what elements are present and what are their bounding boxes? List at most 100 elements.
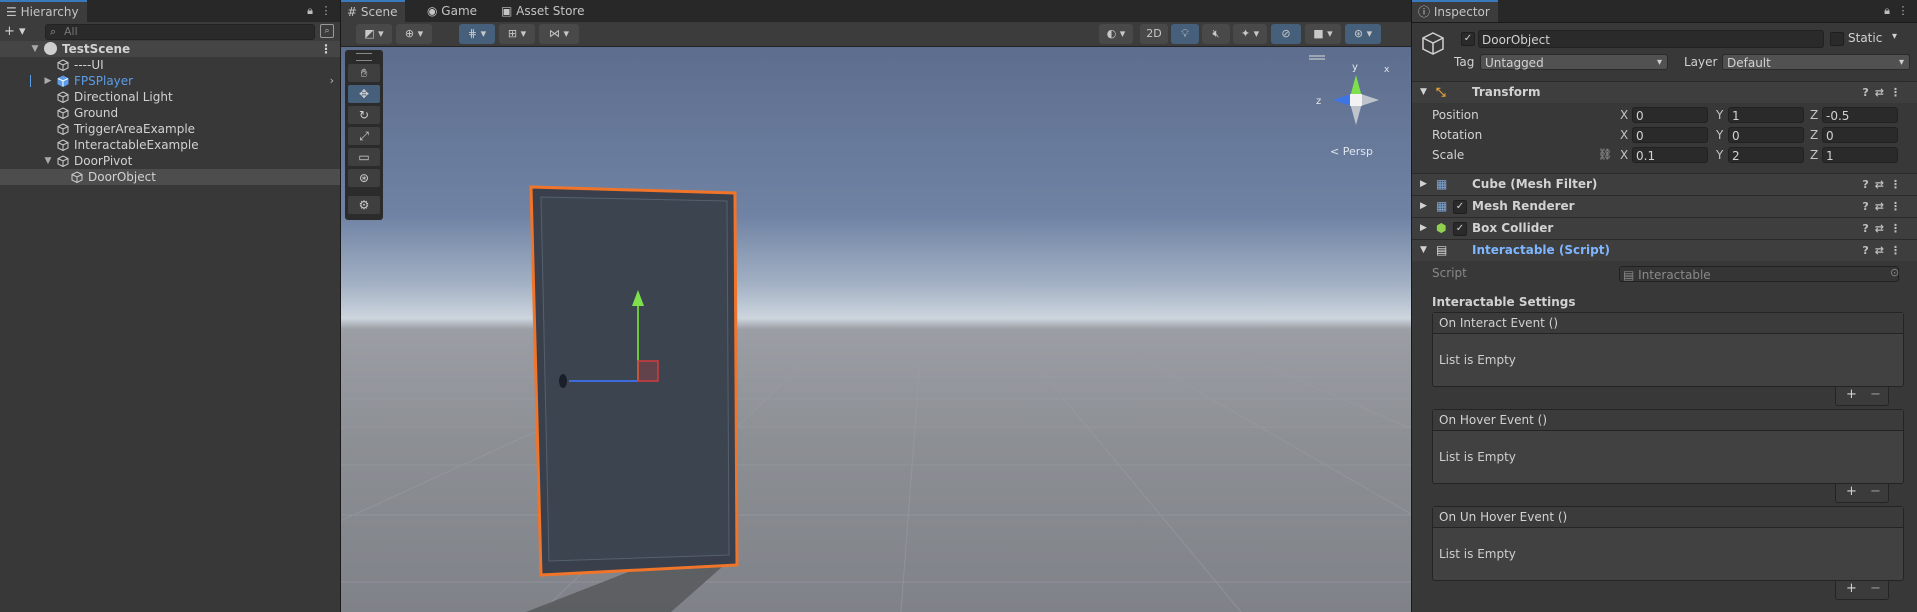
transform-component-header[interactable]: ▼ ⤡ Transform ?⇄⋮: [1412, 81, 1917, 103]
rect-tool-icon[interactable]: ▭: [348, 148, 380, 166]
lock-icon[interactable]: 🔒︎: [302, 4, 318, 18]
camera-dropdown[interactable]: ■ ▾: [1305, 24, 1341, 44]
tab-scene[interactable]: #︎ Scene: [341, 0, 406, 22]
render-globe-dropdown[interactable]: ⊕ ▾: [396, 24, 432, 44]
transform-tool-icon[interactable]: ⊛: [348, 169, 380, 187]
transform-scale-row: Scale ⛓︎ X 0.1 Y 2 Z 1: [1412, 145, 1917, 165]
rotation-x-field[interactable]: 0: [1632, 127, 1708, 143]
add-item-button[interactable]: +: [1846, 581, 1857, 597]
move-tool-icon[interactable]: ✥: [348, 85, 380, 103]
position-y-field[interactable]: 1: [1728, 107, 1804, 123]
create-button[interactable]: + ▾: [4, 22, 26, 42]
scene-viewport[interactable]: y z x < Persp ✋︎ ✥ ↻ ⤢ ▭ ⊛ ⚙︎: [341, 47, 1411, 612]
component-header-icons[interactable]: ?⇄⋮: [1862, 240, 1907, 261]
expand-arrow-icon[interactable]: ▼: [1420, 82, 1427, 103]
hierarchy-item-directional-light[interactable]: Directional Light: [0, 89, 340, 105]
expand-arrow-icon[interactable]: ▶: [1420, 174, 1427, 195]
gizmo-plane-handle[interactable]: [637, 360, 659, 382]
component-header-icons[interactable]: ?⇄⋮: [1862, 196, 1907, 217]
hand-tool-icon[interactable]: ✋︎: [348, 64, 380, 82]
static-checkbox[interactable]: [1830, 32, 1844, 46]
scale-z-field[interactable]: 1: [1822, 147, 1898, 163]
component-header-icons[interactable]: ?⇄⋮: [1862, 174, 1907, 195]
rotation-z-field[interactable]: 0: [1822, 127, 1898, 143]
scale-tool-icon[interactable]: ⤢: [348, 127, 380, 145]
orientation-gizmo[interactable]: [1333, 75, 1379, 125]
shading-mode-dropdown[interactable]: ◐ ▾: [1099, 24, 1133, 44]
component-header-icons[interactable]: ?⇄⋮: [1862, 82, 1907, 103]
hierarchy-item-doorpivot[interactable]: ▼ DoorPivot: [0, 153, 340, 169]
lighting-toggle-icon[interactable]: 💡︎: [1171, 24, 1199, 44]
draw-mode-dropdown[interactable]: ◩ ▾: [356, 24, 392, 44]
position-x-field[interactable]: 0: [1632, 107, 1708, 123]
tab-game[interactable]: ◉ Game: [421, 0, 485, 22]
gizmos-dropdown[interactable]: ⊛ ▾: [1345, 24, 1381, 44]
audio-toggle-icon[interactable]: 🔇︎: [1202, 24, 1230, 44]
scene-visibility-icon[interactable]: ⊘: [1271, 24, 1301, 44]
add-item-button[interactable]: +: [1846, 387, 1857, 403]
rotation-y-field[interactable]: 0: [1728, 127, 1804, 143]
transform-rotation-row: Rotation X 0 Y 0 Z 0: [1412, 125, 1917, 145]
expand-arrow-icon[interactable]: ▶: [1420, 218, 1427, 239]
tab-asset-store[interactable]: ▣ Asset Store: [495, 0, 593, 22]
on-interact-event-add-remove-buttons[interactable]: + −: [1835, 387, 1889, 406]
layer-dropdown[interactable]: Default: [1722, 54, 1910, 71]
tab-inspector[interactable]: ⓘ Inspector: [1412, 0, 1498, 22]
gizmo-label-x: x: [1384, 65, 1390, 75]
interactable-script-component-header[interactable]: ▼ ▤ Interactable (Script) ?⇄⋮: [1412, 239, 1917, 261]
on-un-hover-event-add-remove-buttons[interactable]: + −: [1835, 581, 1889, 600]
scene-search-icon[interactable]: ⌕: [320, 24, 334, 38]
effects-dropdown[interactable]: ✦ ▾: [1233, 24, 1267, 44]
toggle-2d-button[interactable]: 2D: [1140, 24, 1168, 44]
hierarchy-item-doorobject[interactable]: DoorObject: [0, 169, 340, 185]
hierarchy-item-ui[interactable]: ----UI: [0, 57, 340, 73]
kebab-menu-icon[interactable]: ⋮: [318, 4, 334, 17]
scale-y-field[interactable]: 2: [1728, 147, 1804, 163]
door-face: [540, 196, 730, 562]
mesh-renderer-component-header[interactable]: ▶ ▦ ✓ Mesh Renderer ?⇄⋮: [1412, 195, 1917, 217]
expand-arrow-icon[interactable]: ▶: [1420, 196, 1427, 217]
grid-snap-dropdown[interactable]: ⊞ ▾: [499, 24, 535, 44]
increment-snap-dropdown[interactable]: ⋈ ▾: [539, 24, 579, 44]
prefab-open-arrow-icon[interactable]: ›: [330, 73, 334, 89]
scale-x-field[interactable]: 0.1: [1632, 147, 1708, 163]
component-header-icons[interactable]: ?⇄⋮: [1862, 218, 1907, 239]
scene-row[interactable]: ▼ TestScene ⋮: [0, 41, 340, 57]
snap-toggle[interactable]: ⋕ ▾: [459, 24, 495, 44]
scene-menu-icon[interactable]: ⋮: [320, 41, 332, 57]
tab-hierarchy[interactable]: ☰ Hierarchy: [0, 0, 87, 22]
tag-dropdown[interactable]: Untagged: [1480, 54, 1668, 71]
on-hover-event-add-remove-buttons[interactable]: + −: [1835, 484, 1889, 503]
hierarchy-item-interactableexample[interactable]: InteractableExample: [0, 137, 340, 153]
object-name-field[interactable]: DoorObject: [1478, 30, 1824, 48]
expand-arrow-icon[interactable]: ▼: [1420, 240, 1427, 261]
hierarchy-search-input[interactable]: ⌕ All: [45, 24, 315, 40]
hierarchy-item-triggerareaexample[interactable]: TriggerAreaExample: [0, 121, 340, 137]
object-picker-icon[interactable]: ⊙: [1890, 266, 1899, 279]
persp-label[interactable]: < Persp: [1330, 145, 1373, 158]
gizmo-z-arrow[interactable]: [559, 374, 567, 388]
remove-item-button[interactable]: −: [1870, 484, 1881, 500]
box-collider-enabled-checkbox[interactable]: ✓: [1453, 222, 1467, 236]
mesh-renderer-enabled-checkbox[interactable]: ✓: [1453, 200, 1467, 214]
remove-item-button[interactable]: −: [1870, 581, 1881, 597]
hierarchy-item-fpsplayer[interactable]: ▶ FPSPlayer ›: [0, 73, 340, 89]
mesh-filter-component-header[interactable]: ▶ ▦ Cube (Mesh Filter) ?⇄⋮: [1412, 173, 1917, 195]
store-icon: ▣: [501, 4, 517, 18]
hierarchy-item-ground[interactable]: Ground: [0, 105, 340, 121]
collapse-arrow-icon[interactable]: ▼: [30, 41, 40, 57]
static-dropdown-arrow[interactable]: ▾: [1892, 31, 1897, 42]
lock-icon[interactable]: 🔒︎: [1879, 4, 1895, 18]
rotate-tool-icon[interactable]: ↻: [348, 106, 380, 124]
add-item-button[interactable]: +: [1846, 484, 1857, 500]
kebab-menu-icon[interactable]: ⋮: [1895, 4, 1911, 17]
box-collider-component-header[interactable]: ▶ ⬢ ✓ Box Collider ?⇄⋮: [1412, 217, 1917, 239]
palette-drag-handle[interactable]: [356, 53, 372, 61]
active-checkbox[interactable]: ✓: [1461, 32, 1475, 46]
collapse-arrow-icon[interactable]: ▼: [43, 153, 53, 169]
position-z-field[interactable]: -0.5: [1822, 107, 1898, 123]
expand-arrow-icon[interactable]: ▶: [43, 73, 53, 89]
custom-tool-icon[interactable]: ⚙︎: [348, 196, 380, 214]
remove-item-button[interactable]: −: [1870, 387, 1881, 403]
constrain-proportions-icon[interactable]: ⛓︎: [1598, 145, 1612, 165]
